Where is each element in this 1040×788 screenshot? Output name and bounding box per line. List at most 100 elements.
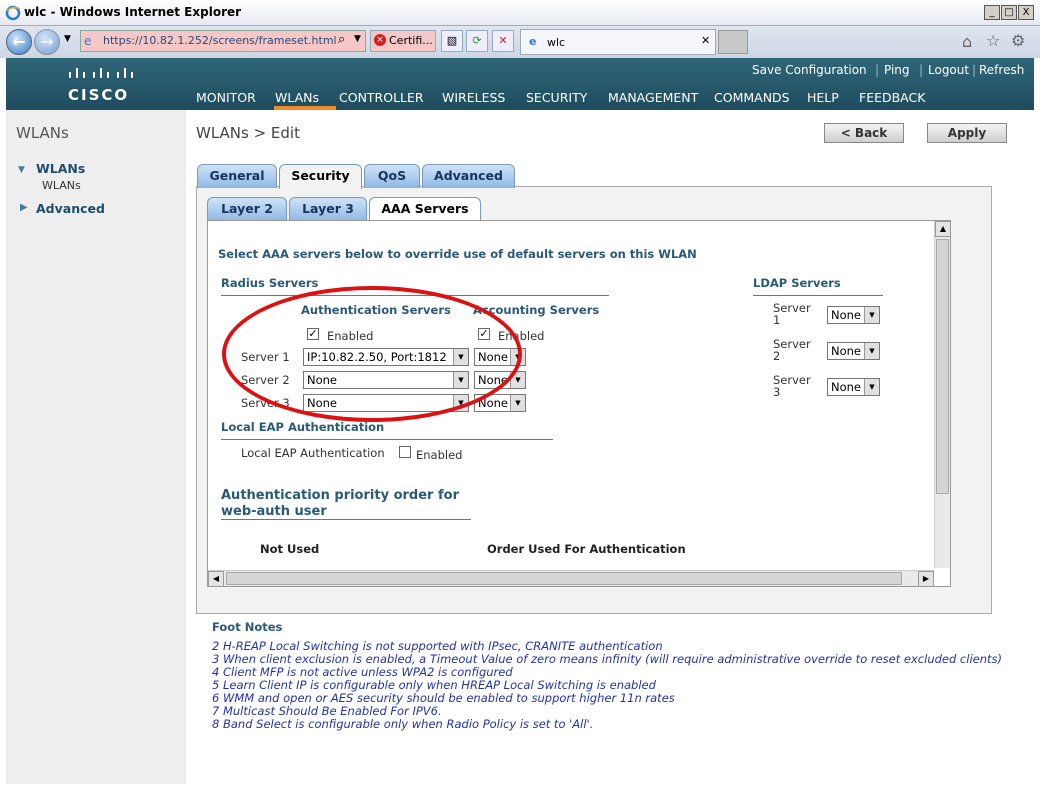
cisco-logo-bars-icon [69,68,133,78]
local-eap-enabled-checkbox[interactable] [399,446,411,458]
address-dropdown-icon[interactable]: ▼ [354,34,361,44]
active-nav-underline [274,106,336,110]
vertical-scrollbar[interactable]: ▲ [934,221,951,568]
local-eap-heading: Local EAP Authentication [221,420,385,434]
horizontal-scroll-thumb[interactable] [226,572,902,585]
compat-view-icon[interactable]: ▧ [441,30,463,52]
auth-enabled-label: Enabled [327,329,374,343]
acct-enabled-label: Enabled [498,329,545,343]
ldap-server-1-select[interactable]: None ▼ [827,306,880,324]
server-1-label: Server 1 [241,350,290,364]
subtab-layer2[interactable]: Layer 2 [207,197,287,221]
back-arrow-icon[interactable]: ← [6,29,32,55]
ie-icon [5,5,21,21]
refresh-link[interactable]: Refresh [979,63,1024,77]
auth-server-2-select[interactable]: None ▼ [303,371,469,389]
chevron-down-icon: ▼ [453,395,468,411]
authentication-servers-heading: Authentication Servers [301,303,451,317]
nav-help[interactable]: HELP [807,90,839,105]
chevron-down-icon: ▼ [510,349,525,365]
chevron-down-icon: ▼ [453,349,468,365]
sidebar-subitem-wlans[interactable]: WLANs [42,179,81,192]
footnotes-title: Foot Notes [212,620,283,634]
nav-controller[interactable]: CONTROLLER [339,90,424,105]
order-used-heading: Order Used For Authentication [487,542,686,556]
search-icon[interactable]: ⌕ [338,32,345,47]
priority-heading-line2: web-auth user [221,504,327,519]
tab-close-icon[interactable]: ✕ [701,34,710,47]
browser-tab[interactable]: e wlc ✕ [520,29,716,55]
home-icon[interactable]: ⌂ [962,32,972,51]
nav-wireless[interactable]: WIRELESS [442,90,505,105]
ldap-server-3-select[interactable]: None ▼ [827,378,880,396]
sidebar-title: WLANs [16,124,69,142]
refresh-icon[interactable]: ⟳ [466,30,488,52]
nav-commands[interactable]: COMMANDS [714,90,790,105]
tab-qos[interactable]: QoS [364,164,420,188]
chevron-down-icon: ▼ [864,307,879,323]
back-button[interactable]: < Back [824,123,904,143]
not-used-heading: Not Used [260,542,320,556]
expanded-arrow-icon[interactable]: ▼ [18,165,25,175]
nav-feedback[interactable]: FEEDBACK [859,90,925,105]
sidebar-item-wlans[interactable]: WLANs [36,161,85,176]
ldap-server-3-label: Server 3 [773,373,811,399]
forward-arrow-icon[interactable]: → [34,29,60,55]
ldap-server-1-label: Server 1 [773,301,811,327]
scroll-up-icon[interactable]: ▲ [935,221,951,237]
acct-server-3-select[interactable]: None ▼ [474,394,526,412]
auth-server-3-select[interactable]: None ▼ [303,394,469,412]
footnote: 8 Band Select is configurable only when … [212,717,594,731]
page-title: WLANs > Edit [196,124,300,142]
tab-ie-icon: e [529,35,537,48]
close-button[interactable]: X [1018,5,1034,20]
chevron-down-icon: ▼ [453,372,468,388]
ldap-server-2-label: Server 2 [773,337,811,363]
maximize-button[interactable]: □ [1001,5,1017,20]
auth-server-1-select[interactable]: IP:10.82.2.50, Port:1812 ▼ [303,348,469,366]
acct-server-2-select[interactable]: None ▼ [474,371,526,389]
address-bar[interactable]: https://10.82.1.252/screens/frameset.htm… [80,30,366,52]
apply-button[interactable]: Apply [927,123,1007,143]
minimize-button[interactable]: _ [984,5,1000,20]
nav-security[interactable]: SECURITY [526,90,587,105]
stop-icon[interactable]: ✕ [492,30,514,52]
save-configuration-link[interactable]: Save Configuration [752,63,867,77]
gear-icon[interactable]: ⚙ [1011,31,1025,50]
cisco-header: CISCO Save Configuration | Ping | Logout… [6,58,1034,110]
ping-link[interactable]: Ping [884,63,910,77]
scroll-right-icon[interactable]: ▶ [918,571,934,587]
subtab-layer3[interactable]: Layer 3 [289,197,367,221]
ldap-server-2-select[interactable]: None ▼ [827,342,880,360]
chevron-down-icon: ▼ [864,379,879,395]
nav-wlans[interactable]: WLANs [275,90,319,105]
favorites-star-icon[interactable]: ☆ [986,31,1000,50]
history-dropdown-icon[interactable]: ▼ [64,34,71,44]
chevron-down-icon: ▼ [510,395,525,411]
accounting-servers-heading: Accounting Servers [473,303,600,317]
footnotes: Foot Notes 2 H-REAP Local Switching is n… [212,621,1002,731]
browser-navbar: ← → ▼ https://10.82.1.252/screens/frames… [0,26,1040,58]
aaa-intro: Select AAA servers below to override use… [218,247,697,261]
tab-advanced[interactable]: Advanced [422,164,515,188]
window-titlebar: wlc - Windows Internet Explorer _ □ X [0,0,1040,26]
tab-general[interactable]: General [197,164,277,188]
cert-error-icon: × [374,34,386,46]
chevron-down-icon: ▼ [510,372,525,388]
new-tab-button[interactable] [718,30,748,54]
vertical-scroll-thumb[interactable] [936,239,949,494]
server-3-label: Server 3 [241,396,290,410]
subtab-aaa-servers[interactable]: AAA Servers [369,197,481,222]
nav-management[interactable]: MANAGEMENT [608,90,698,105]
acct-server-1-select[interactable]: None ▼ [474,348,526,366]
nav-monitor[interactable]: MONITOR [196,90,256,105]
tab-security[interactable]: Security [279,164,362,189]
acct-enabled-checkbox[interactable]: ✓ [478,328,490,340]
logout-link[interactable]: Logout [928,63,969,77]
collapsed-arrow-icon[interactable]: ▶ [20,202,28,213]
local-eap-label: Local EAP Authentication [241,446,385,460]
sidebar-item-advanced[interactable]: Advanced [36,201,105,216]
horizontal-scrollbar[interactable]: ◀ ▶ [208,570,934,587]
auth-enabled-checkbox[interactable]: ✓ [307,328,319,340]
scroll-left-icon[interactable]: ◀ [208,571,224,587]
